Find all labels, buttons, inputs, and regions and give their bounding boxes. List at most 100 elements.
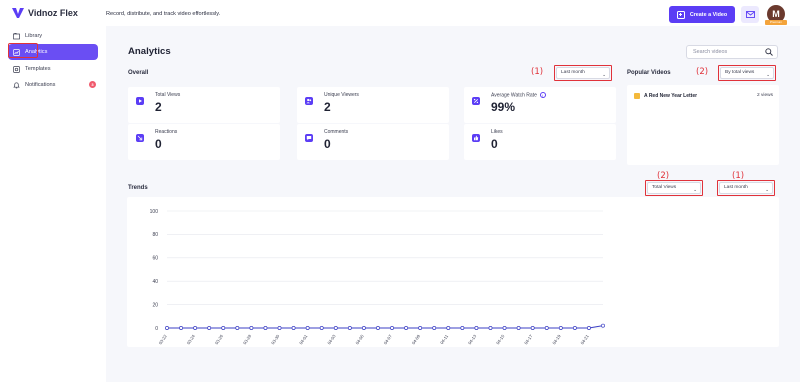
data-point — [460, 326, 465, 330]
stat-value: 2 — [155, 100, 162, 114]
analytics-highlight-outline — [8, 43, 38, 58]
x-tick-label: 04-17 — [523, 333, 534, 345]
sidebar-item-templates[interactable]: Templates — [8, 61, 98, 77]
data-point — [347, 326, 352, 330]
y-tick-label: 80 — [152, 232, 158, 238]
data-point — [404, 326, 409, 330]
data-point — [249, 326, 254, 330]
y-tick-label: 60 — [152, 256, 158, 262]
data-point — [418, 326, 423, 330]
x-tick-label: 04-01 — [298, 333, 309, 345]
sidebar-item-label: Library — [25, 33, 43, 39]
vidnoz-logo-icon — [12, 8, 24, 18]
data-point — [376, 326, 380, 330]
data-point — [601, 323, 605, 328]
x-tick-label: 04-05 — [354, 333, 365, 345]
data-point — [193, 326, 198, 330]
data-point — [291, 326, 296, 330]
sidebar-item-notifications[interactable]: Notifications 3 — [8, 77, 98, 93]
stat-label: Comments — [324, 129, 349, 135]
create-video-button[interactable]: Create a Video — [669, 6, 735, 23]
info-icon[interactable]: i — [539, 92, 546, 98]
search-input[interactable]: Search videos — [686, 45, 778, 59]
stat-card-unique-viewers: Unique Viewers 2 — [297, 87, 449, 123]
reaction-icon — [136, 134, 144, 142]
stat-value: 0 — [324, 137, 331, 151]
data-point — [361, 326, 366, 330]
x-tick-label: 04-19 — [551, 333, 562, 345]
data-point — [502, 326, 507, 330]
data-point — [516, 326, 521, 330]
sidebar: Library Analytics Templates Notification… — [0, 26, 106, 382]
stat-value: 0 — [155, 137, 162, 151]
x-tick-label: 04-03 — [326, 333, 337, 345]
x-tick-label: 04-13 — [467, 333, 478, 345]
notification-count-badge: 3 — [89, 81, 96, 88]
x-tick-label: 04-11 — [439, 333, 449, 345]
data-point — [179, 326, 184, 330]
data-point — [474, 326, 479, 330]
data-point — [235, 326, 240, 330]
stat-card-average-watch-rate: Average Watch Rate i 99% — [464, 87, 616, 123]
trends-title: Trends — [128, 185, 148, 191]
x-tick-label: 04-09 — [411, 333, 422, 345]
annotation-popular-sort: (2) — [696, 67, 709, 77]
video-thumbnail-icon — [634, 93, 640, 99]
x-tick-label: 04-21 — [580, 333, 591, 345]
x-tick-label: 03-30 — [270, 333, 281, 345]
x-tick-label: 03-24 — [186, 333, 197, 345]
search-placeholder: Search videos — [693, 49, 728, 55]
data-point — [333, 326, 338, 330]
data-point — [207, 326, 212, 330]
y-tick-label: 0 — [155, 326, 158, 332]
popular-video-views: 2 views — [757, 93, 773, 98]
page-title: Analytics — [128, 46, 171, 57]
create-video-label: Create a Video — [689, 11, 728, 18]
mail-icon — [745, 11, 755, 18]
plus-icon — [676, 10, 685, 19]
stat-card-reactions: Reactions 0 — [128, 124, 280, 160]
data-point — [390, 326, 394, 330]
thumbs-up-icon — [472, 134, 480, 142]
search-icon[interactable] — [765, 48, 773, 56]
stat-card-likes: Likes 0 — [464, 124, 616, 160]
sidebar-item-label: Templates — [25, 66, 51, 72]
sidebar-item-library[interactable]: Library — [8, 28, 98, 44]
templates-icon — [13, 65, 20, 73]
app-name: Vidnoz Flex — [28, 8, 78, 18]
series-line — [167, 325, 604, 329]
stat-label: Unique Viewers — [324, 92, 359, 98]
percent-icon — [472, 97, 480, 105]
data-point — [446, 326, 451, 330]
popular-videos-card: A Red New Year Letter 2 views — [627, 85, 779, 165]
stat-label: Total Views — [155, 92, 181, 98]
data-point — [277, 326, 282, 330]
x-tick-label: 03-22 — [158, 333, 169, 345]
popular-sort-highlight — [718, 65, 776, 81]
data-point — [572, 326, 577, 330]
y-tick-label: 40 — [152, 279, 158, 285]
overall-period-highlight — [554, 65, 612, 81]
stat-value: 99% — [491, 100, 516, 114]
x-tick-label: 03-28 — [242, 333, 253, 345]
stat-card-comments: Comments 0 — [297, 124, 449, 160]
data-point — [530, 326, 535, 330]
stat-label-text: Average Watch Rate — [491, 92, 537, 99]
users-icon — [305, 97, 313, 105]
play-icon — [136, 97, 144, 105]
mail-button[interactable] — [741, 6, 759, 23]
app-logo[interactable]: Vidnoz Flex — [12, 7, 78, 19]
stat-value: 2 — [324, 100, 331, 114]
data-point — [488, 326, 493, 330]
y-tick-label: 100 — [150, 209, 159, 215]
stat-label: Likes — [491, 129, 503, 135]
trends-line-chart: 0 20 40 60 80 100 03-22 03-24 03-26 03-28 03-30 04-… — [150, 209, 605, 345]
x-tick-label: 04-15 — [495, 333, 506, 345]
popular-video-title[interactable]: A Red New Year Letter — [644, 93, 697, 99]
popular-videos-title: Popular Videos — [627, 70, 671, 76]
trends-metric-highlight — [645, 180, 703, 196]
data-point — [558, 326, 563, 330]
library-icon — [13, 32, 20, 39]
stat-label: Reactions — [155, 129, 178, 135]
premium-badge: Premium — [765, 20, 787, 25]
